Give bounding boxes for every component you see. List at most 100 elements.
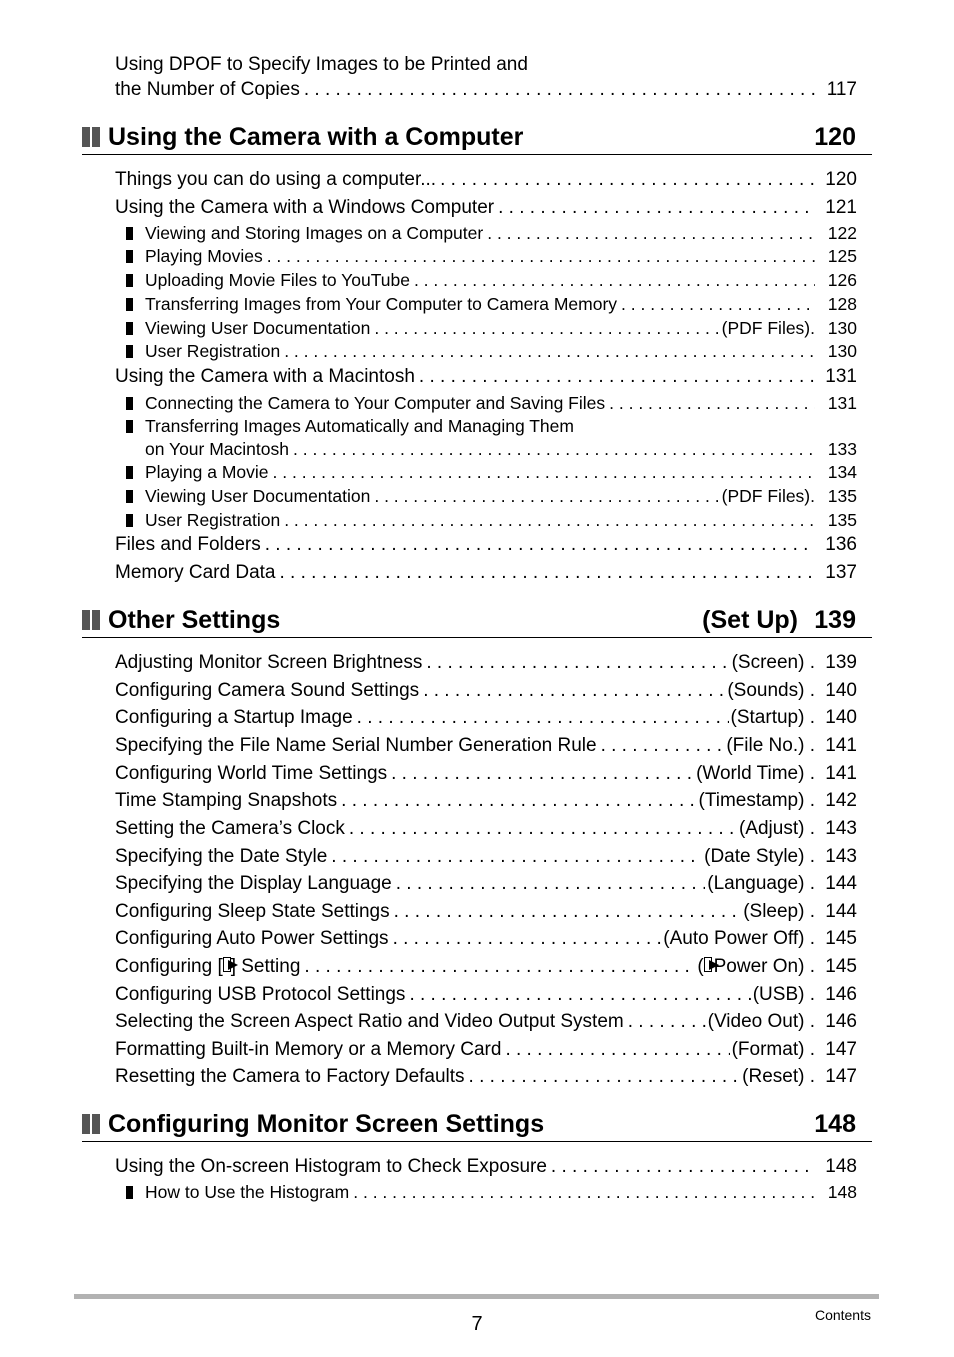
toc-entry[interactable]: Using the Camera with a Macintosh 131 bbox=[115, 366, 857, 390]
toc-entry[interactable]: Setting the Camera’s Clock (Adjust) . 143 bbox=[115, 818, 857, 842]
toc-entry-setting-label: (Auto Power Off) . bbox=[663, 928, 815, 949]
toc-entry[interactable]: Things you can do using a computer... 120 bbox=[115, 169, 857, 193]
toc-entry[interactable]: Specifying the File Name Serial Number G… bbox=[115, 735, 857, 759]
toc-page-number: 122 bbox=[827, 223, 857, 243]
toc-entry[interactable]: Using the Camera with a Windows Computer… bbox=[115, 197, 857, 221]
section-marker-icon bbox=[82, 1114, 100, 1134]
toc-entry[interactable]: Configuring Camera Sound Settings (Sounds… bbox=[115, 680, 857, 704]
play-icon bbox=[222, 957, 238, 972]
section-heading[interactable]: Using the Camera with a Computer 120 bbox=[82, 120, 872, 155]
toc-page-number: 121 bbox=[825, 197, 857, 218]
toc-page-number: 144 bbox=[825, 873, 857, 894]
toc-page-number: 148 bbox=[825, 1156, 857, 1177]
toc-entry[interactable]: Specifying the Display Language (Language… bbox=[115, 873, 857, 897]
toc-entry[interactable]: Configuring a Startup Image (Startup) . 14… bbox=[115, 707, 857, 731]
toc-entry-title: Configuring Sleep State Settings bbox=[115, 901, 390, 922]
toc-entry-title: Resetting the Camera to Factory Defaults bbox=[115, 1066, 465, 1087]
toc-page-number: 140 bbox=[825, 707, 857, 728]
toc-entry-setting-label: (World Time) . bbox=[696, 763, 815, 784]
dot-leader bbox=[392, 873, 706, 895]
toc-page-number: 134 bbox=[827, 462, 857, 482]
dot-leader bbox=[410, 270, 815, 291]
toc-entry-setting-label: (Reset) . bbox=[742, 1066, 815, 1087]
dot-leader bbox=[349, 1182, 815, 1203]
toc-entry-title: Configuring a Startup Image bbox=[115, 707, 353, 728]
toc-page: Using DPOF to Specify Images to be Print… bbox=[0, 0, 954, 1357]
toc-page-number: 141 bbox=[825, 763, 857, 784]
toc-entry-title: User Registration bbox=[145, 510, 281, 530]
toc-entry[interactable]: the Number of Copies 117 bbox=[115, 79, 857, 103]
dot-leader bbox=[370, 486, 719, 507]
toc-entry[interactable]: Resetting the Camera to Factory Defaults… bbox=[115, 1066, 857, 1090]
toc-entry-title: Configuring Auto Power Settings bbox=[115, 928, 389, 949]
page-number: 7 bbox=[471, 1313, 483, 1335]
toc-entry[interactable]: Playing a Movie 134 bbox=[126, 462, 857, 484]
toc-page-number: 131 bbox=[827, 393, 857, 413]
toc-page-number: 146 bbox=[825, 1011, 857, 1032]
toc-entry[interactable]: Viewing and Storing Images on a Computer… bbox=[126, 223, 857, 245]
bullet-icon bbox=[126, 420, 133, 433]
toc-entry[interactable]: Configuring World Time Settings (World Ti… bbox=[115, 763, 857, 787]
toc-entry[interactable]: Transferring Images from Your Computer t… bbox=[126, 294, 857, 316]
toc-entry-setting-label: (Video Out) . bbox=[707, 1011, 815, 1032]
toc-entry[interactable]: Selecting the Screen Aspect Ratio and Vi… bbox=[115, 1011, 857, 1035]
toc-entry-title: Setting the Camera’s Clock bbox=[115, 818, 345, 839]
toc-entry[interactable]: Adjusting Monitor Screen Brightness (Scre… bbox=[115, 652, 857, 676]
dot-leader bbox=[289, 439, 815, 460]
bullet-icon bbox=[126, 322, 133, 335]
toc-entry-setting-label: (Date Style) . bbox=[704, 846, 815, 867]
toc-page-number: 131 bbox=[825, 366, 857, 387]
toc-page-number: 125 bbox=[827, 246, 857, 266]
toc-entry[interactable]: Configuring Auto Power Settings (Auto Pow… bbox=[115, 928, 857, 952]
toc-entry-title: Configuring World Time Settings bbox=[115, 763, 388, 784]
dot-leader bbox=[501, 1039, 729, 1061]
toc-entry-title: Transferring Images Automatically and Ma… bbox=[145, 416, 574, 436]
bullet-icon bbox=[126, 250, 133, 263]
toc-entry[interactable]: Uploading Movie Files to YouTube 126 bbox=[126, 270, 857, 292]
toc-entry[interactable]: Configuring USB Protocol Settings (USB) .… bbox=[115, 984, 857, 1008]
toc-entry[interactable]: Configuring [] Setting ( Power On) . 145 bbox=[115, 956, 857, 980]
toc-entry[interactable]: Viewing User Documentation (PDF Files). 13… bbox=[126, 318, 857, 340]
toc-entry-title: Specifying the Display Language bbox=[115, 873, 392, 894]
dot-leader bbox=[422, 652, 729, 674]
toc-entry[interactable]: Connecting the Camera to Your Computer a… bbox=[126, 393, 857, 415]
toc-entry[interactable]: Memory Card Data 137 bbox=[115, 562, 857, 586]
bullet-icon bbox=[126, 466, 133, 479]
toc-page-number: 135 bbox=[827, 486, 857, 506]
toc-entry[interactable]: Transferring Images Automatically and Ma… bbox=[126, 416, 857, 438]
toc-entry[interactable]: Configuring Sleep State Settings (Sleep) … bbox=[115, 901, 857, 925]
toc-entry[interactable]: Viewing User Documentation (PDF Files). 13… bbox=[126, 486, 857, 508]
section-page-number: 148 bbox=[814, 1109, 856, 1138]
toc-entry-setting-label: (Language) . bbox=[707, 873, 815, 894]
section-heading[interactable]: Other Settings (Set Up) 139 bbox=[82, 603, 872, 638]
dot-leader bbox=[300, 956, 695, 978]
section-title: Using the Camera with a Computer bbox=[108, 122, 524, 151]
toc-entry[interactable]: Playing Movies 125 bbox=[126, 246, 857, 268]
dot-leader bbox=[494, 197, 815, 219]
toc-page-number: 147 bbox=[825, 1039, 857, 1060]
toc-entry-setting-label: (Adjust) . bbox=[738, 818, 815, 839]
toc-page-number: 133 bbox=[827, 439, 857, 459]
toc-entry[interactable]: User Registration 130 bbox=[126, 341, 857, 363]
toc-entry[interactable]: Files and Folders 136 bbox=[115, 534, 857, 558]
dot-leader bbox=[280, 510, 815, 531]
toc-entry-continuation[interactable]: on Your Macintosh 133 bbox=[145, 439, 857, 461]
section-heading[interactable]: Configuring Monitor Screen Settings 148 bbox=[82, 1107, 872, 1142]
toc-entry-title: the Number of Copies bbox=[115, 79, 300, 100]
toc-entry[interactable]: Specifying the Date Style (Date Style) . 1… bbox=[115, 846, 857, 870]
toc-entry-title: Specifying the File Name Serial Number G… bbox=[115, 735, 597, 756]
bullet-icon bbox=[126, 490, 133, 503]
toc-entry-setting-label: ( bbox=[697, 956, 704, 977]
toc-entry-title: Time Stamping Snapshots bbox=[115, 790, 338, 811]
toc-entry-title: Formatting Built-in Memory or a Memory C… bbox=[115, 1039, 502, 1060]
dot-leader bbox=[465, 1066, 741, 1088]
toc-entry[interactable]: How to Use the Histogram 148 bbox=[126, 1182, 857, 1204]
toc-entry[interactable]: Formatting Built-in Memory or a Memory C… bbox=[115, 1039, 857, 1063]
dot-leader bbox=[436, 169, 815, 191]
section-page-number: 120 bbox=[814, 122, 856, 151]
toc-entry[interactable]: Time Stamping Snapshots (Timestamp) . 142 bbox=[115, 790, 857, 814]
toc-entry[interactable]: Using the On-screen Histogram to Check E… bbox=[115, 1156, 857, 1180]
toc-entry[interactable]: User Registration 135 bbox=[126, 510, 857, 532]
dot-leader bbox=[261, 534, 815, 556]
toc-page-number: 148 bbox=[827, 1182, 857, 1202]
